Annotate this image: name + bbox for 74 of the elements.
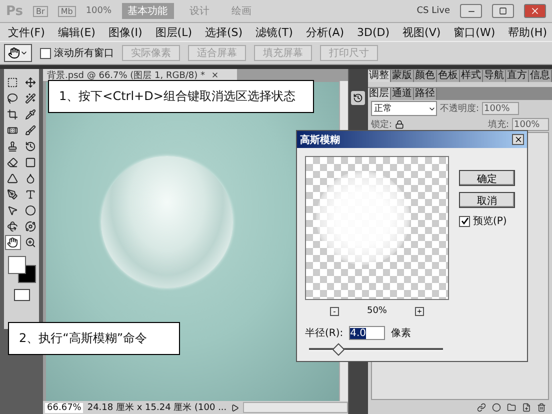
close-tab-icon[interactable] (211, 71, 220, 79)
circle-icon[interactable] (492, 402, 501, 412)
zoom-out-button[interactable]: - (330, 306, 339, 316)
checkbox[interactable] (459, 216, 470, 226)
panel-tab[interactable]: 直方 (506, 70, 529, 82)
hand-icon (8, 47, 20, 59)
lock-label: 锁定: (371, 118, 392, 131)
dialog-title: 高斯模糊 (300, 133, 340, 146)
panel-tab[interactable]: 调整 (368, 70, 391, 82)
menu-item[interactable]: 图层(L) (155, 24, 192, 40)
document-tab[interactable]: 背景.psd @ 66.7% (图层 1, RGB/8) * (43, 69, 238, 81)
checkbox-label: 滚动所有窗口 (54, 46, 114, 60)
lock-icon[interactable] (395, 120, 404, 129)
menu-item[interactable]: 编辑(E) (58, 24, 96, 40)
hand-icon[interactable] (4, 235, 21, 250)
panel-tab[interactable]: 信息 (529, 70, 552, 82)
annotation-note: 2、执行“高斯模糊”命令 (8, 322, 180, 355)
panel-tab[interactable]: 路径 (414, 88, 437, 100)
close-icon (530, 6, 540, 16)
zoom-level[interactable]: 100% (86, 6, 112, 16)
panel-tab[interactable]: 色板 (437, 70, 460, 82)
menu-item[interactable]: 选择(S) (205, 24, 243, 40)
history-icon[interactable] (351, 91, 366, 105)
color-swatches-drawing[interactable] (8, 256, 36, 283)
play-icon[interactable] (230, 404, 239, 412)
document-title: 背景.psd @ 66.7% (图层 1, RGB/8) * (47, 70, 206, 82)
opacity-field[interactable]: 100% (482, 102, 520, 115)
unit-label: 像素 (391, 326, 412, 340)
menu-item[interactable]: 3D(D) (357, 26, 390, 38)
checkbox-label: 预览(P) (473, 215, 507, 228)
quick-mask-button[interactable] (14, 289, 30, 301)
fill-label: 填充: (488, 118, 509, 131)
menu-item[interactable]: 帮助(H) (508, 24, 547, 40)
panel-tab[interactable]: 颜色 (414, 70, 437, 82)
close-button[interactable] (512, 134, 524, 145)
menu-item[interactable]: 视图(V) (402, 24, 441, 40)
zoom-in-button[interactable]: + (415, 306, 424, 316)
close-icon (514, 135, 522, 144)
cancel-button[interactable]: 取消 (459, 192, 515, 208)
blend-mode-dropdown[interactable]: 正常 (371, 101, 437, 116)
panel-tab[interactable]: 样式 (460, 70, 483, 82)
app-logo: Ps (6, 4, 24, 18)
link-icon[interactable] (477, 402, 486, 412)
trash-icon[interactable] (537, 402, 546, 412)
panel-tab[interactable]: 图层 (368, 88, 391, 100)
menu-item[interactable]: 窗口(W) (454, 24, 496, 40)
cs-live-menu[interactable]: CS Live (416, 6, 450, 16)
panel-tab[interactable]: 导航 (483, 70, 506, 82)
fill-field[interactable]: 100% (512, 118, 549, 131)
document-size: 24.18 厘米 x 15.24 厘米 (100 ... (87, 402, 227, 414)
maximize-icon (499, 7, 507, 15)
bridge-button[interactable]: Br (33, 6, 48, 16)
opacity-label: 不透明度: (440, 102, 480, 115)
radius-field[interactable]: 4.0 (349, 326, 386, 340)
preview-zoom: 50% (366, 306, 387, 316)
annotation-note: 1、按下<Ctrl+D>组合键取消选区选择状态 (48, 80, 314, 113)
panel-tab[interactable]: 蒙版 (391, 70, 414, 82)
tool-preset-picker[interactable] (4, 44, 32, 62)
menu-item[interactable]: 滤镜(T) (256, 24, 293, 40)
folder-icon[interactable] (507, 402, 516, 412)
menu-item[interactable]: 图像(I) (108, 24, 142, 40)
slider-thumb[interactable] (332, 343, 345, 356)
checkbox[interactable] (40, 48, 51, 58)
new-layer-icon[interactable] (522, 402, 531, 412)
panel-tab[interactable]: 通道 (391, 88, 414, 100)
zoom-field[interactable]: 66.67% (45, 402, 84, 412)
menu-item[interactable]: 分析(A) (306, 24, 344, 40)
mini-bridge-button[interactable]: Mb (58, 6, 76, 16)
ok-button[interactable]: 确定 (459, 170, 515, 186)
menu-item[interactable]: 文件(F) (8, 24, 45, 40)
maximize-button[interactable] (492, 4, 514, 18)
horizontal-scrollbar[interactable] (242, 402, 348, 413)
radius-label: 半径(R): (305, 326, 344, 340)
minimize-button[interactable] (460, 4, 482, 18)
